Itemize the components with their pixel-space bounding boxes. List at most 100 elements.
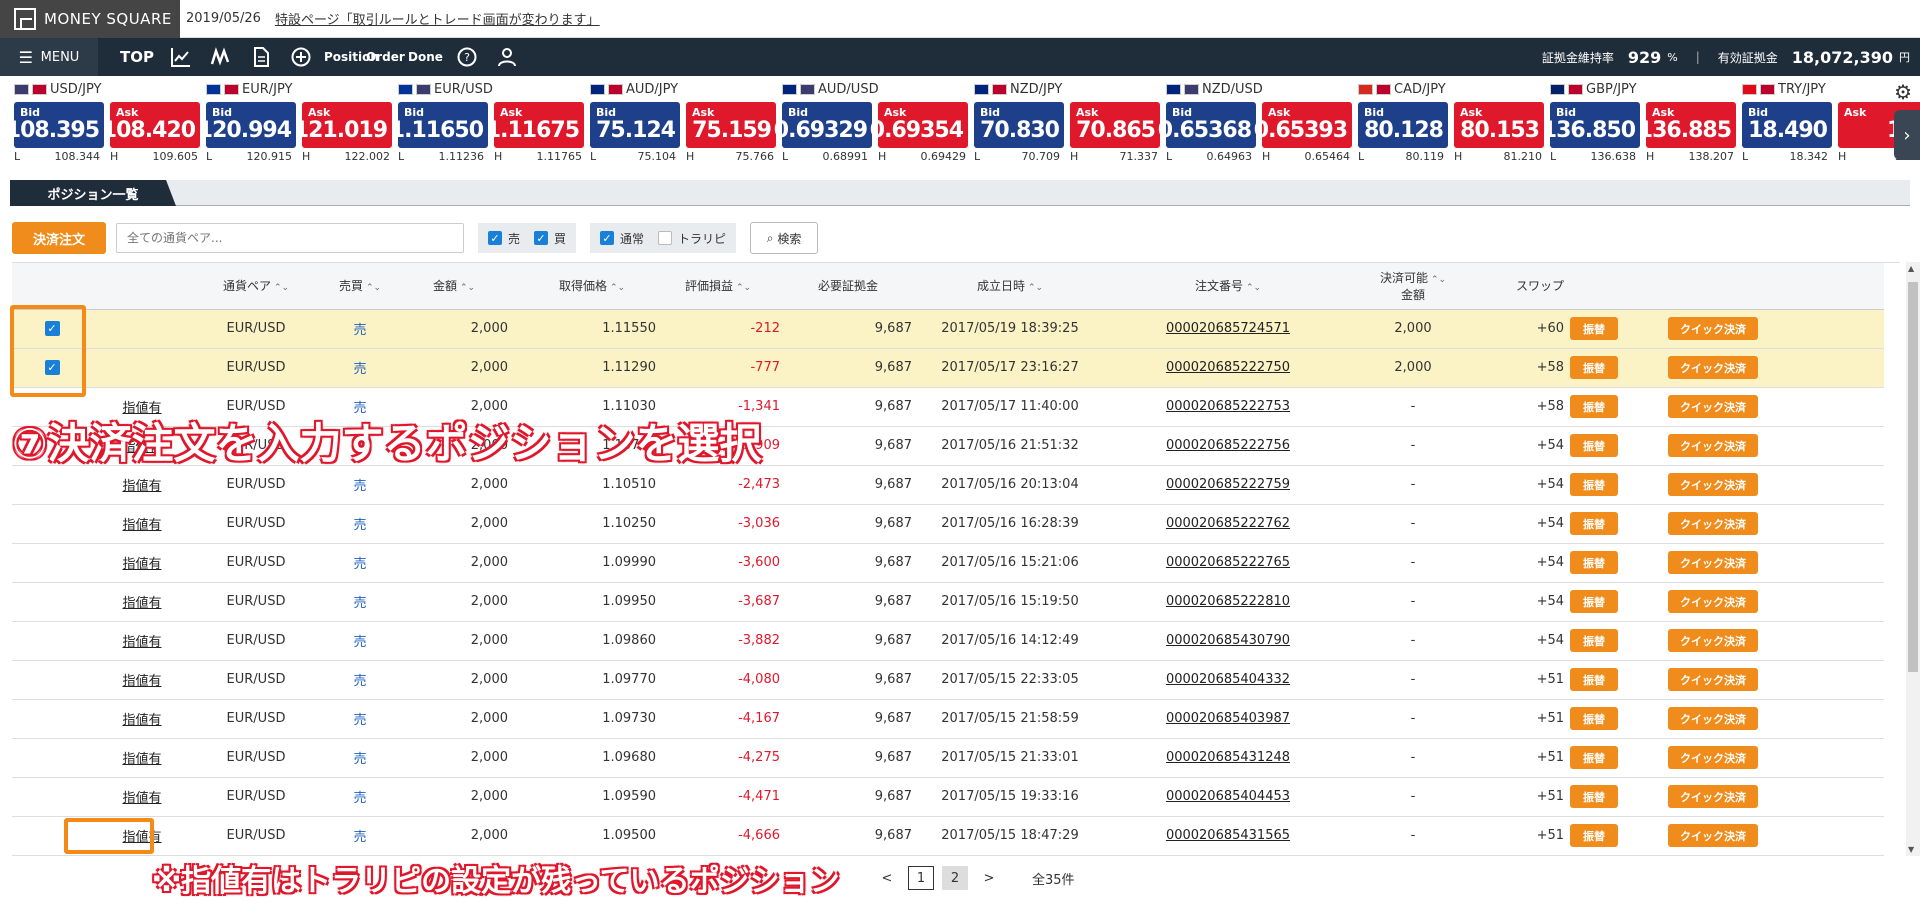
order-no-link[interactable]: 000020685222762: [1166, 516, 1290, 531]
bid-button[interactable]: Bid 18.490: [1742, 102, 1832, 148]
order-no-cell[interactable]: 000020685222750: [1108, 348, 1348, 388]
quick-settle-button[interactable]: クイック決済: [1668, 707, 1758, 730]
ask-button[interactable]: Ask 1.11675: [486, 102, 584, 148]
table-row[interactable]: 指値有 EUR/USD 売 2,000 1.09730 -4,167 9,687 2017/0…: [12, 699, 1884, 739]
limit-link[interactable]: 指値有: [122, 713, 161, 728]
limit-link[interactable]: 指値有: [122, 791, 161, 806]
quick-settle-button[interactable]: クイック決済: [1668, 824, 1758, 847]
transfer-button[interactable]: 振替: [1570, 668, 1618, 691]
document-icon[interactable]: [248, 45, 274, 69]
bid-button[interactable]: Bid 0.65368: [1158, 102, 1256, 148]
order-no-cell[interactable]: 000020685222759: [1108, 465, 1348, 505]
settle-order-button[interactable]: 決済注文: [12, 222, 106, 254]
col-side[interactable]: 売買 ⌃⌄: [320, 263, 400, 310]
nav-top[interactable]: TOP: [120, 48, 154, 66]
user-icon[interactable]: [494, 45, 520, 69]
col-order-no[interactable]: 注文番号 ⌃⌄: [1108, 263, 1348, 310]
table-row[interactable]: 指値有 EUR/USD 売 2,000 1.09770 -4,080 9,687 2017/0…: [12, 660, 1884, 700]
bid-button[interactable]: Bid 120.994: [198, 102, 296, 148]
order-no-cell[interactable]: 000020685222810: [1108, 582, 1348, 622]
nav-position[interactable]: Position: [324, 51, 379, 63]
quick-settle-button[interactable]: クイック決済: [1668, 356, 1758, 379]
ask-button[interactable]: Ask 108.420: [102, 102, 200, 148]
table-row[interactable]: 指値有 EUR/USD 売 2,000 1.09990 -3,600 9,687 2017/0…: [12, 543, 1884, 583]
next-page-button[interactable]: >: [976, 866, 1002, 890]
table-row[interactable]: ✓ EUR/USD 売 2,000 1.11550 -212 9,687 2017/05/19…: [12, 309, 1884, 349]
bid-button[interactable]: Bid 75.124: [590, 102, 680, 148]
chart-icon[interactable]: [168, 45, 194, 69]
nav-order[interactable]: Order: [366, 51, 405, 63]
scroll-up-icon[interactable]: ▲: [1908, 264, 1914, 273]
limit-cell[interactable]: 指値有: [92, 660, 192, 700]
row-select-cell[interactable]: [12, 738, 92, 778]
limit-cell[interactable]: [92, 348, 192, 388]
table-row[interactable]: 指値有 EUR/USD 売 2,000 1.09500 -4,666 9,687 2017/0…: [12, 816, 1884, 856]
brand-logo[interactable]: MONEY SQUARE: [0, 0, 180, 38]
table-row[interactable]: 指値有 EUR/USD 売 2,000 1.10250 -3,036 9,687 2017/0…: [12, 504, 1884, 544]
ask-button[interactable]: Ask 0.69354: [870, 102, 968, 148]
news-link[interactable]: 特設ページ「取引ルールとトレード画面が変わります」: [275, 9, 600, 28]
limit-link[interactable]: 指値有: [122, 518, 161, 533]
limit-cell[interactable]: 指値有: [92, 699, 192, 739]
quick-settle-button[interactable]: クイック決済: [1668, 746, 1758, 769]
quick-settle-button[interactable]: クイック決済: [1668, 434, 1758, 457]
limit-cell[interactable]: 指値有: [92, 582, 192, 622]
transfer-button[interactable]: 振替: [1570, 317, 1618, 340]
transfer-button[interactable]: 振替: [1570, 746, 1618, 769]
table-row[interactable]: ✓ EUR/USD 売 2,000 1.11290 -777 9,687 2017/05/17…: [12, 348, 1884, 388]
order-no-link[interactable]: 000020685431565: [1166, 828, 1290, 843]
transfer-button[interactable]: 振替: [1570, 707, 1618, 730]
scrollbar-thumb[interactable]: [1908, 282, 1918, 672]
order-no-link[interactable]: 000020685222765: [1166, 555, 1290, 570]
col-pair[interactable]: 通貨ペア ⌃⌄: [192, 263, 320, 310]
normal-checkbox[interactable]: ✓: [600, 231, 615, 245]
quick-settle-button[interactable]: クイック決済: [1668, 590, 1758, 613]
row-select-cell[interactable]: [12, 621, 92, 661]
table-row[interactable]: 指値有 EUR/USD 売 2,000 1.09590 -4,471 9,687 2017/0…: [12, 777, 1884, 817]
row-select-cell[interactable]: [12, 777, 92, 817]
ask-button[interactable]: Ask 121.019: [294, 102, 392, 148]
plus-circle-icon[interactable]: [288, 45, 314, 69]
quick-settle-button[interactable]: クイック決済: [1668, 512, 1758, 535]
page-1-button[interactable]: 1: [908, 866, 934, 890]
row-select-cell[interactable]: [12, 582, 92, 622]
ask-button[interactable]: Ask 75.159: [686, 102, 776, 148]
row-select-cell[interactable]: [12, 504, 92, 544]
table-row[interactable]: 指値有 EUR/USD 売 2,000 1.09950 -3,687 9,687 2017/0…: [12, 582, 1884, 622]
limit-link[interactable]: 指値有: [122, 557, 161, 572]
order-no-link[interactable]: 000020685222810: [1166, 594, 1290, 609]
chevron-right-icon[interactable]: ›: [1894, 110, 1920, 160]
quick-settle-button[interactable]: クイック決済: [1668, 473, 1758, 496]
scroll-down-icon[interactable]: ▼: [1908, 845, 1914, 854]
order-no-link[interactable]: 000020685404332: [1166, 672, 1290, 687]
transfer-button[interactable]: 振替: [1570, 434, 1618, 457]
page-2-button[interactable]: 2: [942, 866, 968, 890]
order-no-cell[interactable]: 000020685222762: [1108, 504, 1348, 544]
ask-button[interactable]: Ask 80.153: [1454, 102, 1544, 148]
limit-cell[interactable]: [92, 309, 192, 349]
limit-link[interactable]: 指値有: [122, 596, 161, 611]
table-row[interactable]: 指値有 EUR/USD 売 2,000 1.09860 -3,882 9,687 2017/0…: [12, 621, 1884, 661]
order-no-cell[interactable]: 000020685724571: [1108, 309, 1348, 349]
quick-settle-button[interactable]: クイック決済: [1668, 785, 1758, 808]
transfer-button[interactable]: 振替: [1570, 395, 1618, 418]
table-row[interactable]: 指値有 EUR/USD 売 2,000 1.09680 -4,275 9,687 2017/0…: [12, 738, 1884, 778]
order-no-cell[interactable]: 000020685431248: [1108, 738, 1348, 778]
col-date[interactable]: 成立日時 ⌃⌄: [912, 263, 1108, 310]
order-no-link[interactable]: 000020685404453: [1166, 789, 1290, 804]
order-no-link[interactable]: 000020685431248: [1166, 750, 1290, 765]
quick-settle-button[interactable]: クイック決済: [1668, 629, 1758, 652]
quick-settle-button[interactable]: クイック決済: [1668, 395, 1758, 418]
order-no-link[interactable]: 000020685222756: [1166, 438, 1290, 453]
quick-settle-button[interactable]: クイック決済: [1668, 551, 1758, 574]
buy-checkbox[interactable]: ✓: [534, 231, 549, 245]
transfer-button[interactable]: 振替: [1570, 590, 1618, 613]
col-pl[interactable]: 評価損益 ⌃⌄: [656, 263, 784, 310]
limit-cell[interactable]: 指値有: [92, 738, 192, 778]
search-button[interactable]: ⌕ 検索: [750, 222, 819, 254]
order-no-link[interactable]: 000020685724571: [1166, 321, 1290, 336]
order-no-link[interactable]: 000020685222750: [1166, 360, 1290, 375]
col-price[interactable]: 取得価格 ⌃⌄: [528, 263, 656, 310]
order-no-cell[interactable]: 000020685222756: [1108, 426, 1348, 466]
sell-checkbox[interactable]: ✓: [488, 231, 502, 245]
